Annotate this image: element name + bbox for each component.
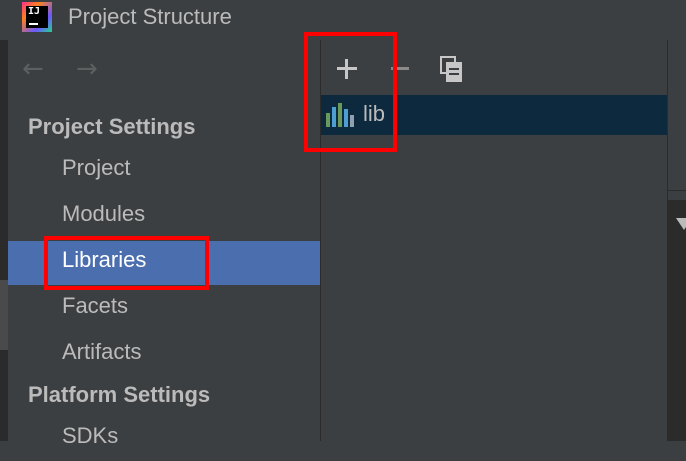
details-panel xyxy=(667,40,686,441)
sidebar-item-sdks[interactable]: SDKs xyxy=(8,417,320,461)
sidebar-item-modules[interactable]: Modules xyxy=(8,195,320,239)
sidebar-item-artifacts[interactable]: Artifacts xyxy=(8,333,320,377)
sidebar-item-label: Modules xyxy=(62,201,146,226)
sidebar-item-libraries[interactable]: Libraries xyxy=(8,241,320,285)
settings-sidebar: ← → Project Settings Project Modules Lib… xyxy=(8,40,320,448)
library-name: lib xyxy=(363,101,386,126)
sidebar-item-project[interactable]: Project xyxy=(8,149,320,193)
sidebar-item-label: Libraries xyxy=(62,247,147,272)
arrow-left-icon[interactable]: ← xyxy=(22,54,44,84)
intellij-logo-icon: IJ xyxy=(22,2,52,32)
copy-icon[interactable] xyxy=(436,54,466,84)
title-bar: IJ Project Structure xyxy=(0,0,686,40)
arrow-right-icon[interactable]: → xyxy=(76,54,98,84)
background-window-fragment xyxy=(0,280,8,350)
background-window-strip xyxy=(0,40,8,441)
plus-icon[interactable] xyxy=(332,54,362,84)
project-settings-header: Project Settings xyxy=(28,114,196,139)
sidebar-item-label: Facets xyxy=(62,293,129,318)
details-content xyxy=(668,200,686,441)
library-icon xyxy=(326,103,356,127)
libraries-panel: lib xyxy=(321,40,667,441)
logo-text: IJ xyxy=(26,6,48,28)
details-separator xyxy=(668,190,686,191)
platform-settings-header: Platform Settings xyxy=(28,382,211,407)
sidebar-item-facets[interactable]: Facets xyxy=(8,287,320,331)
triangle-down-icon[interactable] xyxy=(676,218,686,230)
sidebar-item-label: SDKs xyxy=(62,423,119,448)
minus-icon[interactable] xyxy=(386,54,416,84)
window-title: Project Structure xyxy=(68,4,232,29)
library-list-item[interactable]: lib xyxy=(321,95,667,135)
sidebar-item-label: Artifacts xyxy=(62,339,142,364)
sidebar-item-label: Project xyxy=(62,155,131,180)
